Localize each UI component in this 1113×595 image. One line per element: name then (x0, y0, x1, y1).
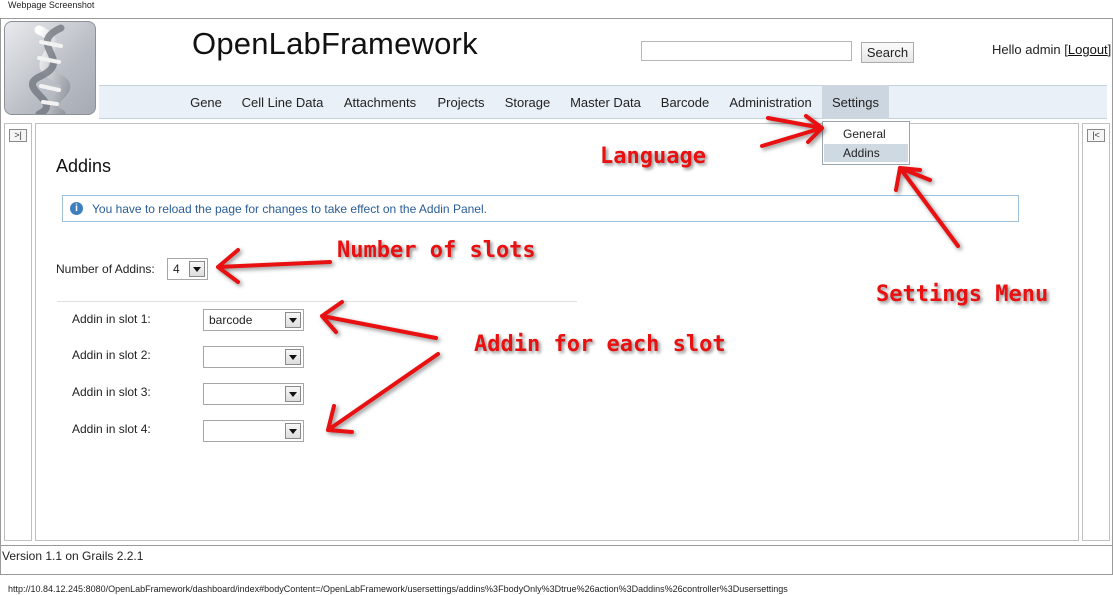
arrow-language (760, 114, 824, 148)
annotation-settings-menu: Settings Menu (876, 282, 1049, 307)
arrow-settings-menu (894, 166, 960, 248)
arrow-number-of-slots (216, 248, 332, 284)
arrow-slot-4 (326, 352, 440, 434)
annotation-number-of-slots: Number of slots (337, 238, 536, 263)
annotation-language: Language (600, 144, 706, 169)
arrow-slot-1 (320, 300, 438, 340)
annotation-addin-for-each-slot: Addin for each slot (474, 332, 726, 357)
